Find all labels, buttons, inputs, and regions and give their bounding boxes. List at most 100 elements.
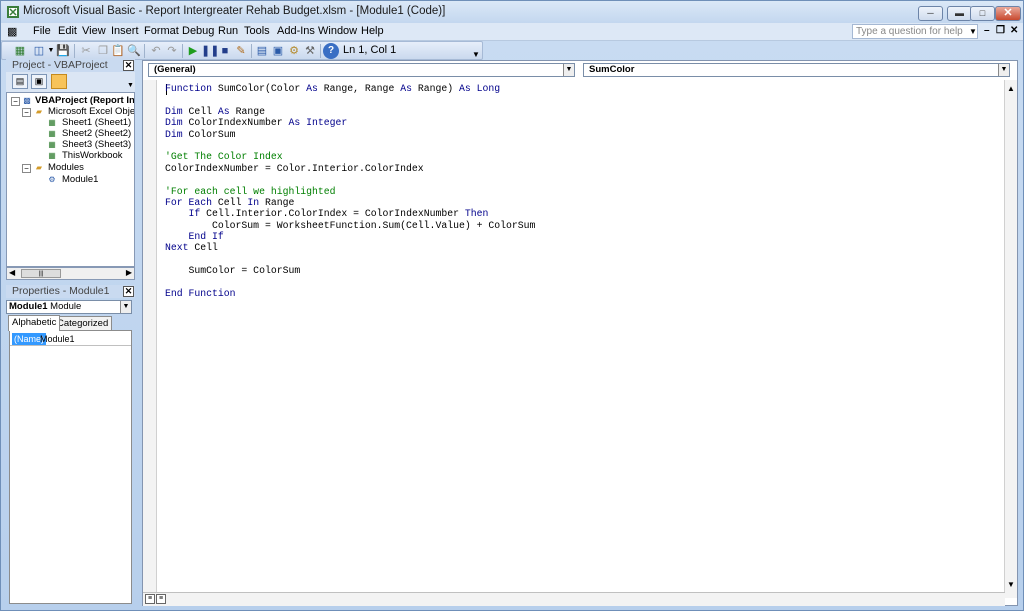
project-toolbar-chevron-icon[interactable]: ▼ (127, 82, 134, 89)
menu-tools[interactable]: Tools (244, 25, 270, 37)
tree-thisworkbook[interactable]: ThisWorkbook (62, 150, 123, 161)
tree-sheet1[interactable]: Sheet1 (Sheet1) (62, 117, 131, 128)
tree-sheet3[interactable]: Sheet3 (Sheet3) (62, 139, 131, 150)
properties-title-text: Properties - Module1 (12, 285, 110, 297)
code-line[interactable]: If Cell.Interior.ColorIndex = ColorIndex… (165, 208, 535, 219)
help-dropdown-icon[interactable]: ▼ (968, 24, 978, 39)
code-line[interactable] (165, 140, 535, 151)
code-line[interactable]: End If (165, 231, 535, 242)
menu-help[interactable]: Help (361, 25, 384, 37)
mdi-minimize-button[interactable]: ▬ (947, 6, 972, 21)
close-icon[interactable]: ✕ (995, 6, 1021, 21)
code-line[interactable]: 'For each cell we highlighted (165, 186, 535, 197)
project-explorer-icon[interactable]: ▤ (254, 43, 270, 59)
tree-excel-objects[interactable]: Microsoft Excel Objects (48, 106, 134, 117)
scroll-right-icon[interactable]: ▶ (126, 268, 132, 277)
folder-icon: ▰ (35, 107, 43, 116)
reset-icon[interactable]: ■ (217, 43, 233, 59)
chevron-down-icon[interactable]: ▼ (998, 64, 1009, 76)
code-line[interactable]: Next Cell (165, 242, 535, 253)
chevron-down-icon[interactable]: ▼ (120, 301, 131, 313)
prop-name-value[interactable]: Module1 (40, 333, 75, 345)
menu-run[interactable]: Run (218, 25, 238, 37)
break-icon[interactable]: ❚❚ (201, 43, 219, 59)
code-line[interactable] (165, 94, 535, 105)
code-line[interactable] (165, 277, 535, 288)
code-line[interactable]: ColorSum = WorksheetFunction.Sum(Cell.Va… (165, 220, 535, 231)
help-icon[interactable]: ? (323, 43, 339, 59)
undo-icon[interactable]: ↶ (148, 43, 164, 59)
expand-icon[interactable]: − (22, 164, 31, 173)
properties-window-icon[interactable]: ▣ (270, 43, 286, 59)
tree-sheet2[interactable]: Sheet2 (Sheet2) (62, 128, 131, 139)
code-line[interactable]: Dim Cell As Range (165, 106, 535, 117)
menu-format[interactable]: Format (144, 25, 179, 37)
code-line[interactable]: End Function (165, 288, 535, 299)
project-hscrollbar[interactable]: ◀ ||| ▶ (6, 267, 135, 280)
code-line[interactable]: 'Get The Color Index (165, 151, 535, 162)
scroll-thumb[interactable]: ||| (21, 269, 61, 278)
child-restore-icon[interactable]: ❒ (996, 25, 1005, 36)
code-line[interactable]: For Each Cell In Range (165, 197, 535, 208)
run-icon[interactable]: ▶ (185, 43, 201, 59)
expand-icon[interactable]: − (22, 108, 31, 117)
tab-alphabetic[interactable]: Alphabetic (8, 315, 61, 331)
object-select[interactable]: Module1 Module ▼ (6, 300, 132, 314)
child-minimize-icon[interactable]: – (984, 25, 990, 36)
project-close-icon[interactable]: ✕ (123, 60, 134, 71)
maximize-button[interactable]: □ (970, 6, 995, 21)
properties-close-icon[interactable]: ✕ (123, 286, 134, 297)
find-icon[interactable]: 🔍 (126, 43, 142, 59)
procedure-view-icon[interactable]: ≡ (145, 594, 155, 604)
toolbox-icon[interactable]: ⚒ (302, 43, 318, 59)
scroll-down-icon[interactable]: ▼ (1007, 580, 1015, 589)
code-line[interactable]: SumColor = ColorSum (165, 265, 535, 276)
menu-insert[interactable]: Insert (111, 25, 139, 37)
toolbar-options-icon[interactable]: ▼ (472, 50, 480, 59)
tree-vbaproject[interactable]: VBAProject (Report Inte (35, 95, 134, 106)
menu-addins[interactable]: Add-Ins (277, 25, 315, 37)
code-hscrollbar[interactable]: ≡ ≡ (143, 592, 1005, 606)
object-name: Module1 (9, 301, 48, 312)
menu-window[interactable]: Window (318, 25, 357, 37)
doc-icon[interactable]: ▩ (7, 25, 17, 38)
tree-module1[interactable]: Module1 (62, 174, 98, 185)
code-margin[interactable] (143, 80, 157, 598)
chevron-down-icon[interactable]: ▼ (563, 64, 574, 76)
tree-modules[interactable]: Modules (48, 162, 84, 173)
cut-icon[interactable]: ✂ (78, 43, 94, 59)
code-line[interactable]: Dim ColorIndexNumber As Integer (165, 117, 535, 128)
menu-edit[interactable]: Edit (58, 25, 77, 37)
scroll-left-icon[interactable]: ◀ (9, 268, 15, 277)
full-module-view-icon[interactable]: ≡ (156, 594, 166, 604)
toggle-folders-icon[interactable] (51, 74, 67, 89)
code-line[interactable]: Dim ColorSum (165, 129, 535, 140)
tab-categorized[interactable]: Categorized (53, 316, 113, 330)
code-vscrollbar[interactable]: ▲ ▼ (1004, 80, 1017, 598)
view-excel-icon[interactable]: ▦ (12, 43, 28, 59)
object-browser-icon[interactable]: ⚙ (286, 43, 302, 59)
child-close-icon[interactable]: ✕ (1010, 25, 1018, 36)
help-search-input[interactable]: Type a question for help (852, 24, 978, 39)
save-icon[interactable]: 💾 (55, 43, 71, 59)
copy-icon[interactable]: ❐ (95, 43, 111, 59)
design-mode-icon[interactable]: ✎ (233, 43, 249, 59)
menu-view[interactable]: View (82, 25, 106, 37)
minimize-button[interactable]: ─ (918, 6, 943, 21)
view-code-icon[interactable]: ▤ (12, 74, 28, 89)
menu-file[interactable]: File (33, 25, 51, 37)
redo-icon[interactable]: ↷ (164, 43, 180, 59)
code-line[interactable]: Function SumColor(Color As Range, Range … (165, 83, 535, 94)
paste-icon[interactable]: 📋 (110, 43, 126, 59)
code-line[interactable] (165, 254, 535, 265)
view-object-icon[interactable]: ▣ (31, 74, 47, 89)
expand-icon[interactable]: − (11, 97, 20, 106)
code-line[interactable] (165, 174, 535, 185)
object-combo[interactable]: (General) ▼ (148, 63, 575, 77)
scroll-up-icon[interactable]: ▲ (1007, 84, 1015, 93)
procedure-combo[interactable]: SumColor ▼ (583, 63, 1010, 77)
menu-debug[interactable]: Debug (182, 25, 214, 37)
code-editor[interactable]: Function SumColor(Color As Range, Range … (165, 83, 535, 299)
properties-panel-title: Properties - Module1 (6, 285, 135, 298)
code-line[interactable]: ColorIndexNumber = Color.Interior.ColorI… (165, 163, 535, 174)
